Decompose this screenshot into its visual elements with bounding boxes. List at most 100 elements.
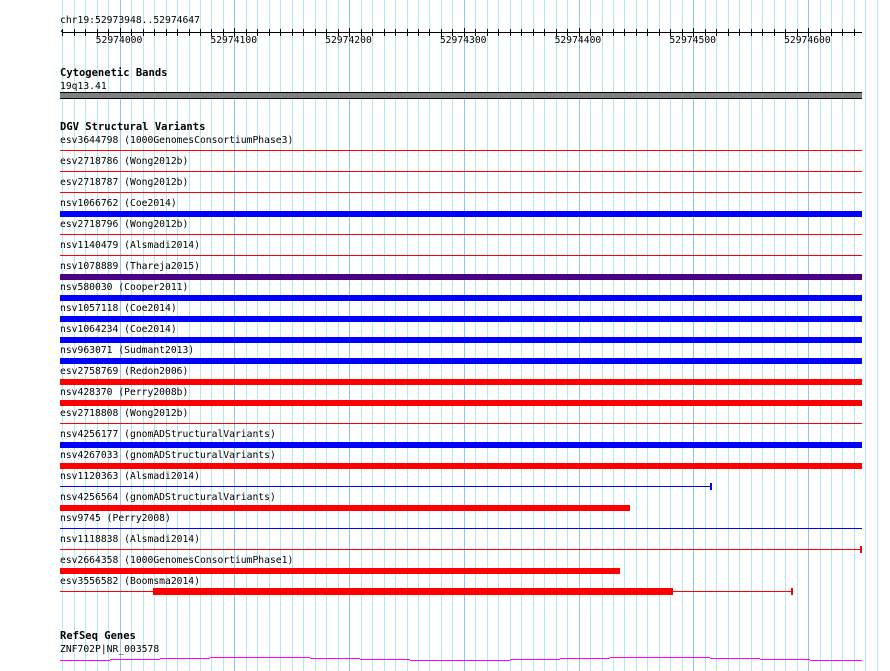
ruler-label: 52974500	[669, 35, 716, 46]
ruler-label: 52974200	[325, 35, 372, 46]
sv-feature-bar[interactable]	[60, 358, 862, 364]
ruler-tick	[257, 29, 258, 36]
gene-segment[interactable]	[410, 660, 460, 661]
gene-segment[interactable]	[560, 658, 610, 659]
grid-line	[670, 0, 671, 671]
sv-feature-end-tick	[709, 483, 712, 490]
gene-segment[interactable]	[210, 657, 260, 658]
sv-feature-label[interactable]: nsv4256564 (gnomADStructuralVariants)	[60, 492, 276, 503]
sv-feature-label[interactable]: nsv9745 (Perry2008)	[60, 513, 171, 524]
grid-line	[739, 0, 740, 671]
ruler-tick	[751, 29, 752, 36]
ruler-tick	[200, 29, 201, 36]
grid-line	[762, 0, 763, 671]
sv-feature-bar[interactable]	[60, 274, 862, 280]
grid-line	[842, 0, 843, 671]
grid-line	[797, 0, 798, 671]
sv-feature-label[interactable]: esv2718808 (Wong2012b)	[60, 408, 188, 419]
ruler-axis-line	[62, 32, 862, 33]
sv-feature-label[interactable]: esv2718786 (Wong2012b)	[60, 156, 188, 167]
sv-feature-label[interactable]: esv2718796 (Wong2012b)	[60, 219, 188, 230]
gene-segment[interactable]	[310, 658, 360, 659]
ruler-tick	[74, 29, 75, 36]
ruler-tick	[487, 29, 488, 36]
ruler-tick	[842, 29, 843, 36]
sv-feature-bar[interactable]	[60, 379, 862, 385]
grid-line	[831, 0, 832, 671]
sv-feature-line[interactable]	[60, 423, 862, 424]
sv-feature-label[interactable]: nsv4267033 (gnomADStructuralVariants)	[60, 450, 276, 461]
sv-feature-label[interactable]: nsv4256177 (gnomADStructuralVariants)	[60, 429, 276, 440]
sv-feature-bar[interactable]	[60, 295, 862, 301]
grid-line	[751, 0, 752, 671]
grid-line	[716, 0, 717, 671]
gene-segment[interactable]	[60, 660, 110, 661]
sv-feature-line[interactable]	[60, 234, 862, 235]
ruler-tick	[498, 29, 499, 36]
grid-line	[877, 0, 878, 671]
gene-segment[interactable]	[660, 657, 710, 658]
sv-feature-label[interactable]: nsv580030 (Cooper2011)	[60, 282, 188, 293]
sv-feature-bar[interactable]	[60, 505, 631, 511]
ruler-tick	[292, 29, 293, 36]
sv-feature-label[interactable]: nsv1057118 (Coe2014)	[60, 303, 177, 314]
sv-feature-label[interactable]: nsv963071 (Sudmant2013)	[60, 345, 194, 356]
sv-feature-bar[interactable]	[60, 316, 862, 322]
sv-feature-label[interactable]: nsv1064234 (Coe2014)	[60, 324, 177, 335]
gene-segment[interactable]	[460, 660, 510, 661]
gene-segment[interactable]	[360, 659, 410, 660]
sv-feature-label[interactable]: esv2718787 (Wong2012b)	[60, 177, 188, 188]
sv-feature-bar[interactable]	[60, 442, 862, 448]
sv-feature-bar[interactable]	[60, 211, 862, 217]
grid-line	[728, 0, 729, 671]
gene-segment[interactable]	[160, 658, 210, 659]
cytoband-bar[interactable]	[60, 92, 862, 99]
gene-segment[interactable]	[510, 659, 560, 660]
ruler-tick	[384, 29, 385, 36]
location-label: chr19:52973948..52974647	[60, 15, 200, 26]
ruler-tick	[280, 29, 281, 36]
gene-segment[interactable]	[760, 659, 810, 660]
sv-feature-line[interactable]	[60, 486, 711, 487]
sv-feature-label[interactable]: esv2664358 (1000GenomesConsortiumPhase1)	[60, 555, 293, 566]
cytoband-label: 19q13.41	[60, 81, 107, 92]
ruler-tick	[166, 29, 167, 36]
ruler-label: 52974300	[439, 35, 487, 46]
gene-segment[interactable]	[810, 660, 862, 661]
sv-feature-bar[interactable]	[60, 568, 620, 574]
ruler-tick	[544, 29, 545, 36]
sv-feature-label[interactable]: nsv1066762 (Coe2014)	[60, 198, 177, 209]
sv-feature-line[interactable]	[60, 192, 862, 193]
sv-feature-line[interactable]	[60, 150, 862, 151]
sv-feature-label[interactable]: esv3644798 (1000GenomesConsortiumPhase3)	[60, 135, 293, 146]
sv-feature-bar[interactable]	[60, 337, 862, 343]
gene-segment[interactable]	[710, 658, 760, 659]
ruler-tick	[739, 29, 740, 36]
sv-feature-label[interactable]: nsv1078889 (Thareja2015)	[60, 261, 200, 272]
sv-feature-end-tick	[791, 588, 793, 595]
ruler-tick	[395, 29, 396, 36]
sv-feature-line[interactable]	[60, 255, 862, 256]
sv-feature-line[interactable]	[60, 528, 862, 529]
sv-feature-label[interactable]: nsv1118838 (Alsmadi2014)	[60, 534, 200, 545]
ruler-tick	[315, 29, 316, 36]
sv-feature-end-tick	[859, 546, 862, 553]
grid-line	[659, 0, 660, 671]
refseq-track-title: RefSeq Genes	[60, 630, 136, 642]
sv-feature-label[interactable]: nsv1120363 (Alsmadi2014)	[60, 471, 200, 482]
sv-feature-label[interactable]: nsv1140479 (Alsmadi2014)	[60, 240, 200, 251]
sv-feature-line[interactable]	[60, 171, 862, 172]
sv-feature-line[interactable]	[60, 549, 861, 550]
sv-feature-bar[interactable]	[60, 463, 862, 469]
gene-segment[interactable]	[260, 657, 310, 658]
sv-feature-bar[interactable]	[60, 400, 862, 406]
grid-line	[808, 0, 809, 671]
sv-feature-label[interactable]: nsv428370 (Perry2008b)	[60, 387, 188, 398]
gene-segment[interactable]	[610, 657, 660, 658]
sv-feature-bar[interactable]	[152, 588, 673, 595]
ruler-tick	[418, 29, 419, 36]
grid-line	[774, 0, 775, 671]
gene-segment[interactable]	[110, 659, 160, 660]
sv-feature-label[interactable]: esv2758769 (Redon2006)	[60, 366, 188, 377]
sv-feature-label[interactable]: esv3556582 (Boomsma2014)	[60, 576, 200, 587]
